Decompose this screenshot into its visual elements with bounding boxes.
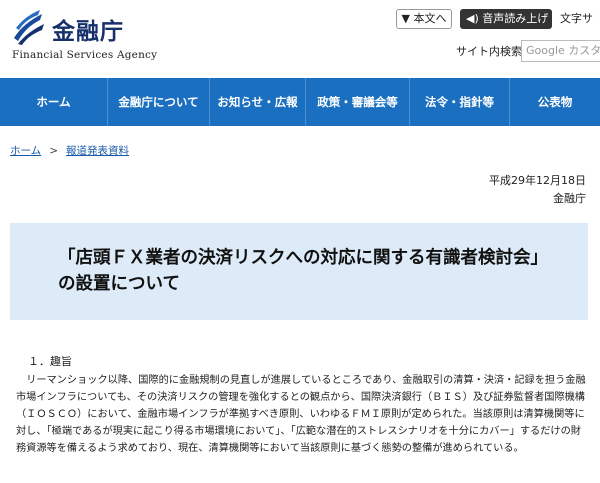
breadcrumb-home-link[interactable]: ホーム — [10, 145, 41, 157]
breadcrumb-separator: > — [49, 145, 58, 157]
section-heading: １．趣旨 — [28, 355, 72, 368]
skip-to-content-button[interactable]: ▼ 本文へ — [396, 9, 452, 29]
breadcrumb-press-release-link[interactable]: 報道発表資料 — [66, 145, 129, 157]
site-logo[interactable]: 金融庁 Financial Services Agency — [8, 8, 168, 68]
site-search-label: サイト内検索 — [456, 45, 522, 58]
read-aloud-button[interactable]: ◀) 音声読み上げ — [460, 9, 552, 29]
logo-title: 金融庁 — [52, 19, 124, 45]
nav-item-about[interactable]: 金融庁について — [108, 78, 210, 126]
breadcrumb: ホーム > 報道発表資料 — [10, 143, 129, 158]
publisher-agency: 金融庁 — [553, 192, 586, 205]
read-aloud-label: 音声読み上げ — [482, 12, 549, 25]
nav-item-laws[interactable]: 法令・指針等 — [410, 78, 510, 126]
speaker-icon: ◀) — [466, 12, 483, 25]
fsa-logo-icon — [14, 10, 44, 45]
nav-item-publications[interactable]: 公表物 — [510, 78, 600, 126]
title-box: 「店頭ＦＸ業者の決済リスクへの対応に関する有識者検討会」の設置について — [10, 223, 588, 320]
page-title: 「店頭ＦＸ業者の決済リスクへの対応に関する有識者検討会」の設置について — [58, 248, 548, 294]
site-header: 金融庁 Financial Services Agency ▼ 本文へ ◀) 音… — [0, 0, 600, 78]
global-nav: ホーム 金融庁について お知らせ・広報 政策・審議会等 法令・指針等 公表物 — [0, 78, 600, 126]
logo-subtitle: Financial Services Agency — [12, 49, 158, 61]
section-body: リーマンショック以降、国際的に金融規制の見直しが進展しているところであり、金融取… — [16, 375, 586, 454]
nav-item-policy[interactable]: 政策・審議会等 — [306, 78, 410, 126]
site-search-input[interactable]: Google カスタ — [521, 40, 600, 62]
publish-date: 平成29年12月18日 — [489, 174, 586, 187]
nav-item-home[interactable]: ホーム — [0, 78, 108, 126]
font-size-label[interactable]: 文字サ — [560, 9, 593, 29]
nav-item-news[interactable]: お知らせ・広報 — [210, 78, 306, 126]
